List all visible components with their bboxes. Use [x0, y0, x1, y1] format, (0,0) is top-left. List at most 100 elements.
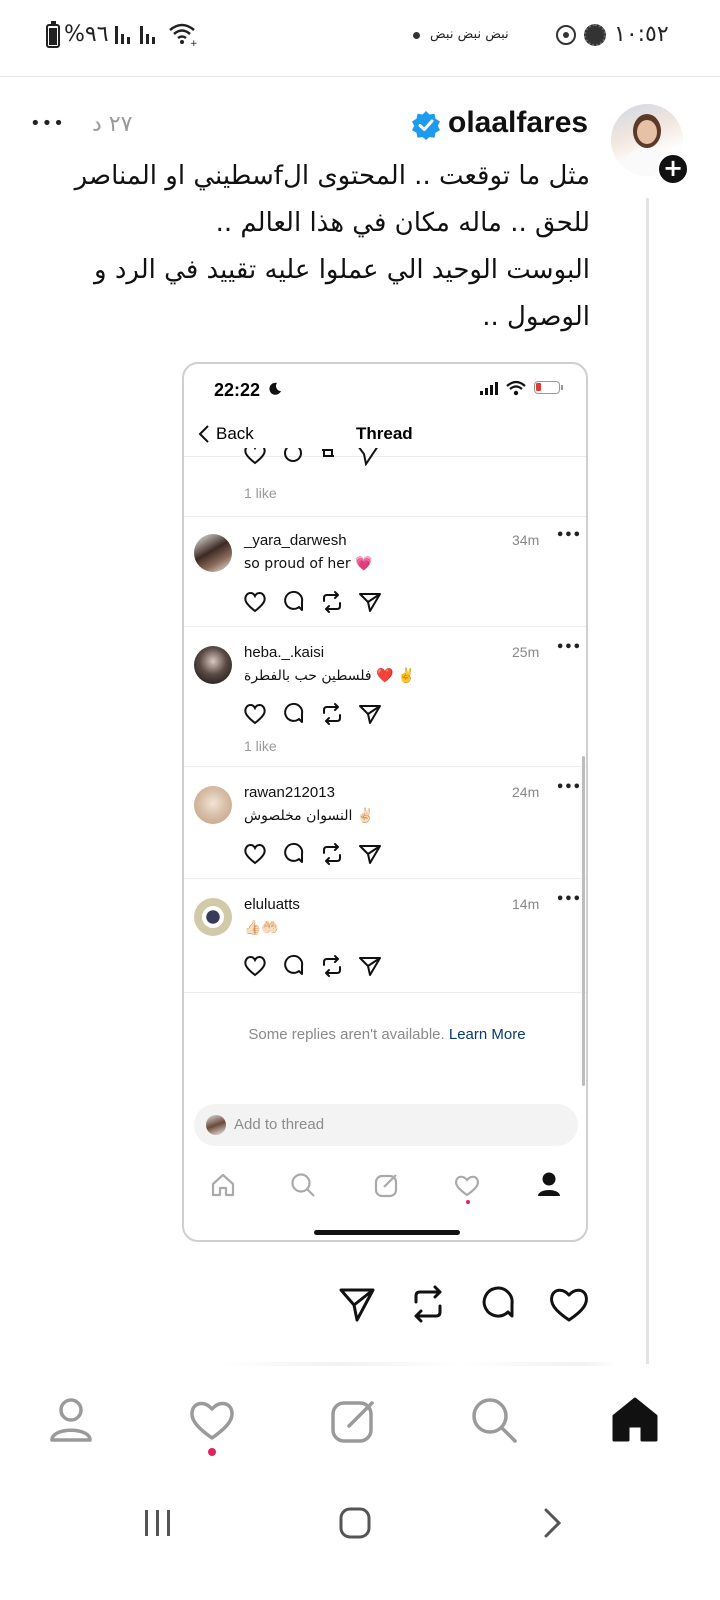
- embed-signal-icon: [480, 382, 498, 395]
- svg-text:+: +: [190, 39, 198, 46]
- reply-row[interactable]: _yara_darwesh 34m ••• so proud of her 💗: [184, 528, 586, 638]
- replies-unavailable-notice: Some replies aren't available. Learn Mor…: [184, 1026, 586, 1043]
- home-button[interactable]: [338, 1506, 372, 1540]
- reply-divider: [184, 626, 586, 627]
- reply-username[interactable]: eluluatts: [244, 896, 300, 913]
- app-icon: [584, 24, 606, 46]
- reply-text: فلسطين حب بالفطرة ❤️ ✌️: [244, 668, 416, 684]
- composer-avatar: [206, 1115, 226, 1135]
- notification-text: نبض نبض نبض: [430, 27, 509, 42]
- home-indicator: [314, 1230, 460, 1235]
- attached-screenshot[interactable]: 22:22 Back Thread 1 like _yara_darwesh 34…: [182, 362, 588, 1242]
- post-time: ٢٧ د: [92, 112, 133, 137]
- reply-time: 14m: [512, 896, 540, 912]
- reply-username[interactable]: rawan212013: [244, 784, 335, 801]
- back-button[interactable]: Back: [216, 424, 254, 444]
- reply-like-icon[interactable]: [244, 592, 266, 613]
- embed-battery-icon: [534, 381, 563, 394]
- reply-icon[interactable]: [478, 1284, 518, 1324]
- reply-comment-icon[interactable]: [284, 842, 304, 863]
- reply-repost-icon[interactable]: [323, 703, 341, 725]
- nav-compose-icon[interactable]: [330, 1396, 378, 1444]
- wifi-icon: +: [169, 23, 198, 46]
- follow-plus-button[interactable]: +: [656, 152, 690, 186]
- notification-dot: [413, 32, 420, 39]
- share-icon[interactable]: [337, 1284, 377, 1324]
- reply-like-icon[interactable]: [244, 704, 266, 725]
- nav-search-icon[interactable]: [470, 1396, 518, 1444]
- embed-wifi-icon: [506, 380, 526, 396]
- battery-icon: [46, 21, 60, 48]
- reply-text: النسوان مخلصوش ✌🏻: [244, 808, 375, 824]
- reply-share-icon[interactable]: [359, 705, 381, 724]
- recent-apps-button[interactable]: [142, 1508, 174, 1538]
- reply-username[interactable]: _yara_darwesh: [244, 532, 347, 549]
- nav-profile-icon[interactable]: [48, 1396, 94, 1444]
- reply-share-icon[interactable]: [359, 593, 381, 612]
- reply-repost-icon[interactable]: [323, 843, 341, 865]
- battery-percentage: %٩٦: [64, 22, 109, 47]
- reply-avatar[interactable]: [194, 786, 232, 824]
- nav-home-icon[interactable]: [610, 1396, 660, 1444]
- embed-search-icon: [291, 1173, 315, 1197]
- reply-comment-icon[interactable]: [284, 954, 304, 975]
- reply-divider: [184, 516, 586, 517]
- author-username[interactable]: olaalfares: [448, 106, 588, 140]
- add-to-thread-input[interactable]: Add to thread: [194, 1104, 578, 1146]
- reply-divider: [184, 766, 586, 767]
- back-chevron-icon[interactable]: [198, 424, 210, 444]
- repost-icon[interactable]: [408, 1284, 448, 1324]
- more-options-button[interactable]: •••: [30, 113, 65, 134]
- reply-actions: [244, 590, 381, 613]
- reply-like-count[interactable]: 1 like: [244, 738, 277, 754]
- top-divider: [0, 76, 720, 77]
- status-bar: %٩٦ + نبض نبض نبض ١٠:٥٢: [0, 0, 720, 70]
- reply-more-icon[interactable]: •••: [556, 780, 581, 795]
- reply-repost-icon[interactable]: [323, 955, 341, 977]
- reply-avatar[interactable]: [194, 646, 232, 684]
- reply-actions: [244, 954, 381, 977]
- reply-repost-icon[interactable]: [323, 591, 341, 613]
- embed-title: Thread: [356, 424, 413, 443]
- reply-comment-icon[interactable]: [284, 590, 304, 611]
- nav-activity-heart-icon[interactable]: [188, 1396, 236, 1442]
- moon-icon: [269, 382, 281, 395]
- reply-avatar[interactable]: [194, 898, 232, 936]
- reply-time: 24m: [512, 784, 540, 800]
- reply-share-icon[interactable]: [359, 845, 381, 864]
- like-heart-icon[interactable]: [548, 1284, 590, 1324]
- clock: ١٠:٥٢: [614, 22, 669, 47]
- reply-comment-icon[interactable]: [284, 702, 304, 723]
- embed-profile-icon: [538, 1172, 560, 1196]
- reply-row[interactable]: heba._.kaisi 25m ••• فلسطين حب بالفطرة ❤️ ✌…: [184, 640, 586, 754]
- reply-text: so proud of her 💗: [244, 556, 373, 572]
- activity-notification-dot: [208, 1448, 216, 1456]
- reply-more-icon[interactable]: •••: [556, 640, 581, 655]
- reply-like-icon[interactable]: [244, 956, 266, 977]
- post-text-line: مثل ما توقعت .. المحتوى الfسطيني او المن…: [74, 161, 590, 191]
- reply-avatar[interactable]: [194, 534, 232, 572]
- back-button-system[interactable]: [540, 1506, 564, 1540]
- reply-row[interactable]: rawan212013 24m ••• النسوان مخلصوش ✌🏻: [184, 780, 586, 890]
- embed-heart-icon: [455, 1175, 479, 1197]
- reply-more-icon[interactable]: •••: [556, 892, 581, 907]
- reply-time: 34m: [512, 532, 540, 548]
- top-like-count[interactable]: 1 like: [244, 485, 277, 501]
- sync-icon: [556, 25, 576, 45]
- reply-more-icon[interactable]: •••: [556, 528, 581, 543]
- reply-username[interactable]: heba._.kaisi: [244, 644, 324, 661]
- embed-compose-icon: [374, 1174, 398, 1198]
- verified-badge-icon: [412, 111, 440, 140]
- embed-scrollbar[interactable]: [582, 756, 585, 1086]
- reply-share-icon[interactable]: [359, 957, 381, 976]
- reply-actions: [244, 702, 381, 725]
- reply-text: 👍🏻🤲🏻: [244, 920, 279, 936]
- post-text-line: البوست الوحيد الي عملوا عليه تقييد في ال…: [94, 255, 590, 285]
- reply-like-icon[interactable]: [244, 844, 266, 865]
- reply-row[interactable]: eluluatts 14m ••• 👍🏻🤲🏻: [184, 892, 586, 1002]
- reply-divider: [184, 878, 586, 879]
- post-text-line: الوصول ..: [482, 302, 590, 332]
- reply-divider: [184, 992, 586, 993]
- learn-more-link[interactable]: Learn More: [449, 1026, 526, 1043]
- system-navigation: [0, 1482, 720, 1600]
